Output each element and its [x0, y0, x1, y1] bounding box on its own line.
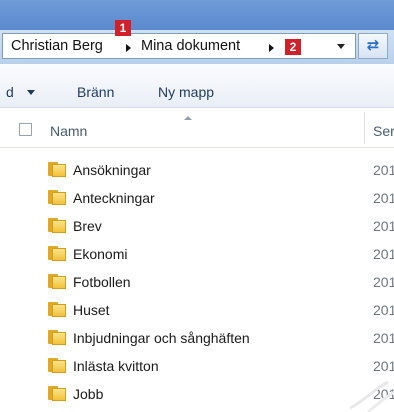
address-bar[interactable]: Christian Berg Mina dokument — [2, 33, 356, 59]
folder-icon — [48, 302, 66, 317]
new-folder-button[interactable]: Ny mapp — [158, 84, 214, 100]
command-bar: d Bränn Ny mapp — [0, 64, 394, 108]
file-date: 201 — [373, 162, 394, 178]
list-item[interactable]: Fotbollen 201 — [0, 268, 394, 296]
column-header-date[interactable]: Ser — [373, 123, 394, 139]
file-name: Brev — [73, 218, 102, 234]
callout-badge-2: 2 — [285, 39, 301, 55]
refresh-button[interactable]: ⇄ — [358, 33, 388, 59]
organize-button[interactable]: d — [6, 84, 14, 100]
address-row: Christian Berg Mina dokument ⇄ — [0, 30, 394, 64]
list-item[interactable]: Inbjudningar och sånghäften 201 — [0, 324, 394, 352]
file-name: Ansökningar — [73, 162, 151, 178]
folder-icon — [48, 246, 66, 261]
file-date: 201 — [373, 274, 394, 290]
callout-badge-1: 1 — [115, 20, 131, 36]
burn-button[interactable]: Bränn — [77, 84, 114, 100]
breadcrumb-separator-icon[interactable] — [126, 44, 131, 52]
folder-icon — [48, 330, 66, 345]
column-header-name[interactable]: Namn — [50, 123, 87, 139]
chevron-down-icon[interactable] — [337, 44, 345, 49]
refresh-icon: ⇄ — [366, 37, 380, 54]
breadcrumb-christian-berg[interactable]: Christian Berg — [11, 38, 103, 54]
folder-icon — [48, 386, 66, 401]
watermark-swirl — [349, 380, 394, 412]
list-item[interactable]: Inlästa kvitton 201 — [0, 352, 394, 380]
file-date: 201 — [373, 190, 394, 206]
file-name: Huset — [73, 302, 110, 318]
list-item[interactable]: Ansökningar 201 — [0, 156, 394, 184]
file-date: 201 — [373, 330, 394, 346]
list-item[interactable]: Huset 201 — [0, 296, 394, 324]
chevron-down-icon[interactable] — [27, 90, 35, 95]
file-name: Anteckningar — [73, 190, 155, 206]
file-name: Fotbollen — [73, 274, 131, 290]
folder-icon — [48, 358, 66, 373]
breadcrumb-mina-dokument[interactable]: Mina dokument — [141, 38, 240, 54]
sort-ascending-icon — [184, 116, 192, 120]
file-name: Ekonomi — [73, 246, 128, 262]
file-date: 201 — [373, 302, 394, 318]
folder-icon — [48, 162, 66, 177]
list-item[interactable]: Anteckningar 201 — [0, 184, 394, 212]
list-item[interactable]: Brev 201 — [0, 212, 394, 240]
file-name: Inbjudningar och sånghäften — [73, 330, 250, 346]
file-date: 201 — [373, 246, 394, 262]
column-divider[interactable] — [364, 112, 365, 144]
list-item[interactable]: Ekonomi 201 — [0, 240, 394, 268]
file-date: 201 — [373, 218, 394, 234]
breadcrumb-separator-icon[interactable] — [269, 44, 274, 52]
folder-icon — [48, 190, 66, 205]
select-all-checkbox[interactable] — [19, 123, 32, 136]
folder-icon — [48, 218, 66, 233]
column-header: Namn Ser — [0, 108, 394, 148]
file-name: Jobb — [73, 386, 104, 402]
list-item[interactable]: Jobb 201 — [0, 380, 394, 408]
file-name: Inlästa kvitton — [73, 358, 159, 374]
window-title-bar — [0, 0, 394, 30]
folder-icon — [48, 274, 66, 289]
